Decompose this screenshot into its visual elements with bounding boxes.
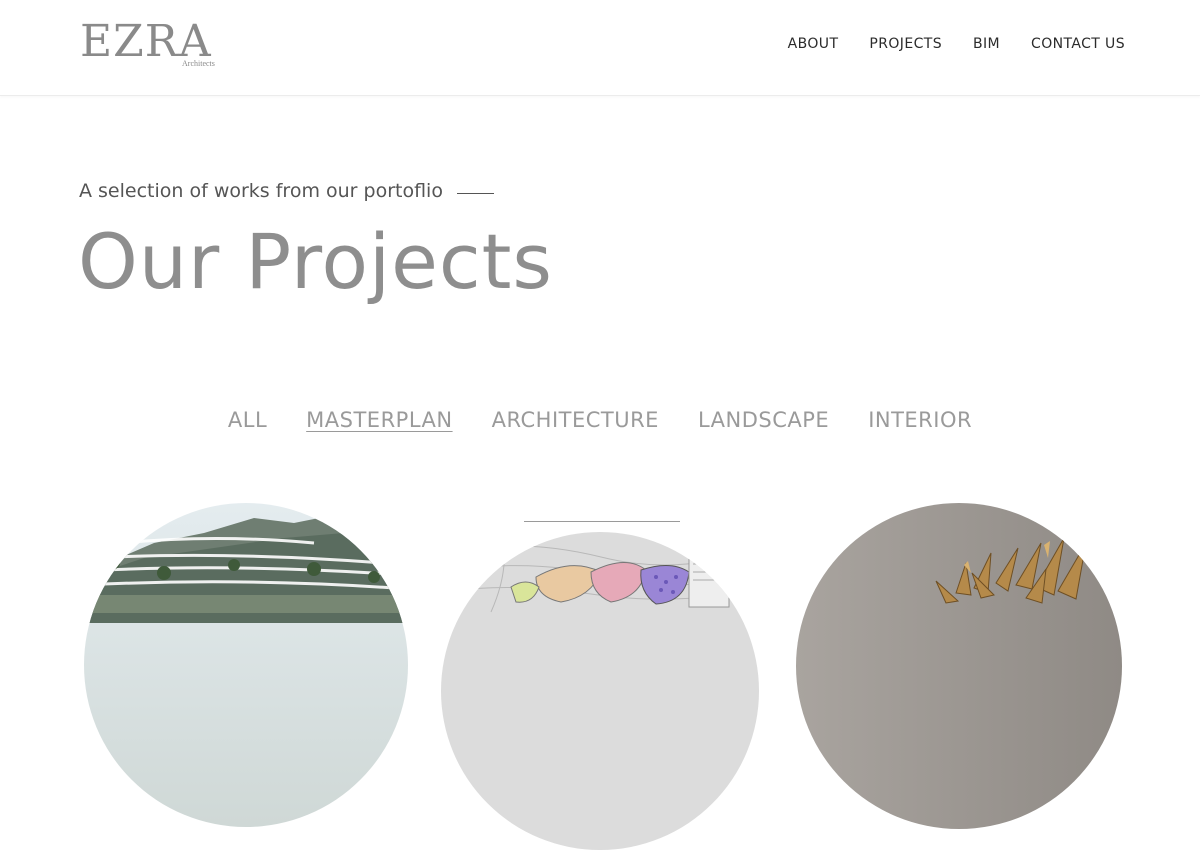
interior-sculpture-image	[796, 503, 1122, 829]
nav-link-contact-us[interactable]: CONTACT US	[1031, 36, 1125, 52]
nav-link-projects[interactable]: PROJECTS	[869, 36, 942, 52]
logo-tagline: Architects	[182, 59, 215, 68]
subtitle-dash-decoration	[456, 192, 494, 194]
project-card-1[interactable]	[84, 503, 408, 827]
main-nav: ABOUT PROJECTS BIM CONTACT US	[788, 36, 1125, 52]
project-filter-bar: ALL MASTERPLAN ARCHITECTURE LANDSCAPE IN…	[0, 408, 1200, 432]
logo[interactable]: EZRA Architects	[80, 18, 230, 70]
card-divider-line	[524, 521, 680, 522]
site-header: EZRA Architects ABOUT PROJECTS BIM CONTA…	[0, 0, 1200, 96]
filter-masterplan[interactable]: MASTERPLAN	[306, 408, 452, 432]
masterplan-map-image	[441, 532, 759, 850]
hero-subtitle-text: A selection of works from our portoflio	[79, 180, 443, 202]
project-card-3[interactable]	[796, 503, 1122, 829]
page-title: Our Projects	[78, 217, 554, 306]
filter-architecture[interactable]: ARCHITECTURE	[492, 408, 659, 432]
filter-landscape[interactable]: LANDSCAPE	[698, 408, 829, 432]
terraced-buildings-image	[84, 503, 408, 827]
hero-subtitle: A selection of works from our portoflio	[79, 180, 494, 202]
filter-interior[interactable]: INTERIOR	[868, 408, 972, 432]
filter-all[interactable]: ALL	[228, 408, 267, 432]
nav-link-bim[interactable]: BIM	[973, 36, 1000, 52]
nav-link-about[interactable]: ABOUT	[788, 36, 839, 52]
project-card-2[interactable]	[441, 532, 759, 850]
